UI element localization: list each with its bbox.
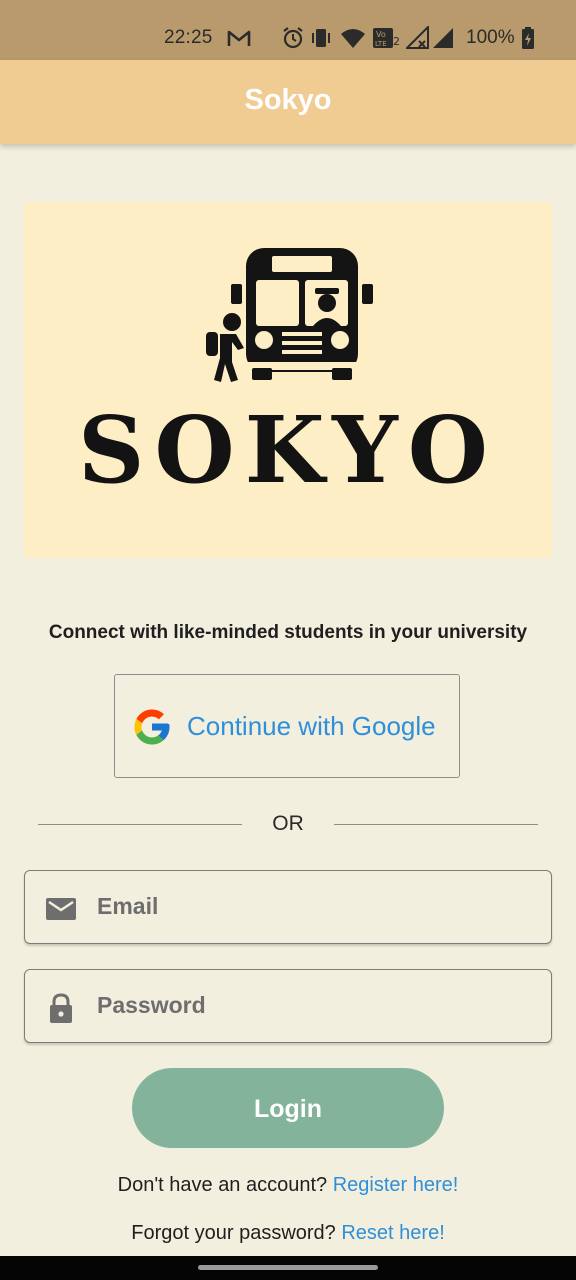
continue-with-google-button[interactable]: Continue with Google (114, 674, 460, 778)
svg-text:LTE: LTE (375, 40, 387, 48)
navigation-bar (0, 1256, 576, 1280)
lock-icon (50, 993, 72, 1023)
mail-icon (46, 898, 76, 920)
logo-wordmark: SOKYO (78, 396, 498, 504)
google-icon (134, 709, 170, 745)
bus-logo-icon (206, 248, 373, 382)
battery-icon (522, 27, 534, 49)
reset-link[interactable]: Reset here! (341, 1222, 444, 1244)
tagline: Connect with like-minded students in you… (48, 622, 528, 643)
volte-icon: Vo LTE 2 (373, 28, 400, 48)
app-title: Sokyo (244, 84, 332, 116)
status-time: 22:25 (164, 27, 213, 48)
wifi-icon (341, 29, 365, 48)
signal-x-icon (406, 26, 429, 49)
email-field[interactable] (24, 870, 552, 944)
login-button[interactable]: Login (132, 1068, 444, 1148)
register-row: Don't have an account? Register here! (0, 1174, 576, 1197)
reset-row: Forgot your password? Reset here! (0, 1222, 576, 1245)
app-bar: Sokyo (0, 60, 576, 144)
logo-banner: SOKYO (24, 202, 552, 558)
divider-right (334, 824, 538, 825)
register-link[interactable]: Register here! (333, 1174, 459, 1196)
battery-percent: 100% (466, 27, 515, 48)
svg-text:2: 2 (393, 35, 400, 48)
gmail-icon (227, 30, 251, 46)
alarm-icon (283, 27, 303, 49)
home-gesture-handle[interactable] (198, 1265, 378, 1270)
register-prompt: Don't have an account? (117, 1174, 328, 1196)
reset-prompt: Forgot your password? (131, 1222, 336, 1244)
google-button-label: Continue with Google (187, 711, 436, 741)
svg-text:Vo: Vo (376, 30, 386, 39)
password-field[interactable] (24, 969, 552, 1043)
vibrate-icon (312, 29, 330, 47)
signal-icon (433, 28, 453, 48)
email-input[interactable] (97, 871, 537, 941)
password-input[interactable] (97, 970, 537, 1040)
